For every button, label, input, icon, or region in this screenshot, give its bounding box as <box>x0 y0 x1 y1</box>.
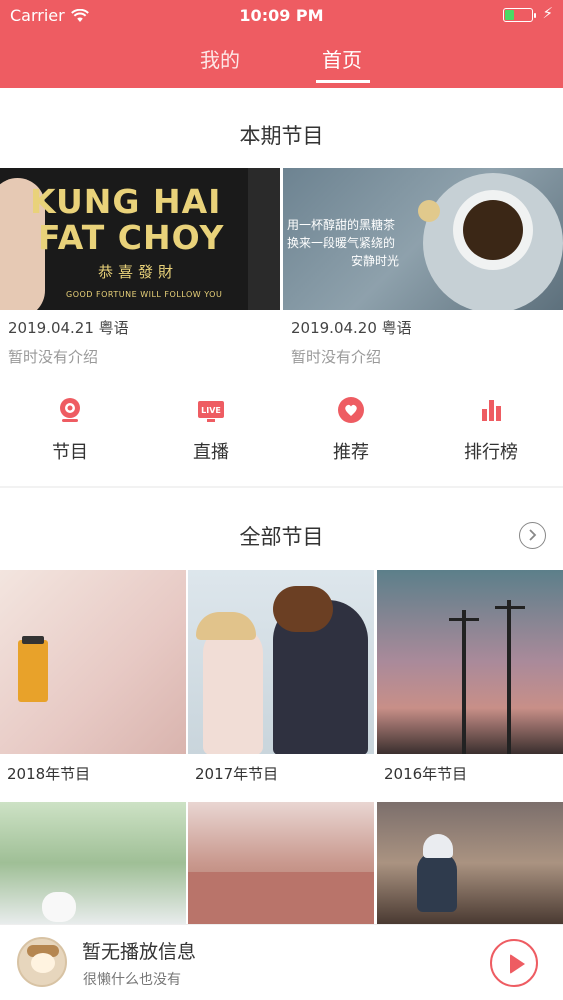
mini-player[interactable]: 暂无播放信息 很懒什么也没有 <box>0 924 563 1000</box>
more-button[interactable] <box>519 522 546 549</box>
clock: 10:09 PM <box>239 6 324 25</box>
image-detail <box>203 625 263 754</box>
episode-card[interactable]: KUNG HAI FAT CHOY 恭喜發財 GOOD FORTUNE WILL… <box>0 168 280 378</box>
category-recommend[interactable]: 推荐 <box>281 396 421 464</box>
section-title-all: 全部节目 <box>239 525 324 549</box>
tab-home[interactable]: 首页 <box>292 44 392 73</box>
program-cover-image <box>0 570 186 754</box>
program-grid-item[interactable] <box>0 802 186 924</box>
charging-bolt-icon: ⚡ <box>542 4 553 22</box>
image-detail <box>196 612 256 640</box>
category-programs[interactable]: 节目 <box>0 396 140 464</box>
cover-text: 安静时光 <box>351 254 400 268</box>
program-grid-item[interactable] <box>188 802 374 924</box>
image-detail <box>31 953 55 973</box>
active-tab-indicator <box>316 80 370 83</box>
cover-text: 换来一段暖气紧绕的 <box>287 236 396 250</box>
program-cover-image <box>377 802 563 924</box>
heart-icon <box>338 397 364 423</box>
cover-text: KUNG HAI <box>30 182 222 221</box>
cover-text: 恭喜發財 <box>98 263 179 281</box>
app-header: Carrier 10:09 PM ⚡ 我的 首页 <box>0 0 563 88</box>
image-detail <box>507 600 511 754</box>
image-detail <box>495 606 525 609</box>
player-subtitle: 很懒什么也没有 <box>83 972 181 988</box>
category-live[interactable]: LIVE 直播 <box>141 396 281 464</box>
category-label: 排行榜 <box>464 442 518 463</box>
battery-tip <box>534 13 536 18</box>
episode-cover-image: KUNG HAI FAT CHOY 恭喜發財 GOOD FORTUNE WILL… <box>0 168 280 310</box>
image-detail <box>463 200 523 260</box>
player-title: 暂无播放信息 <box>82 941 197 963</box>
image-detail <box>449 618 479 621</box>
play-icon <box>510 954 525 974</box>
episode-date-language: 2019.04.21 粤语 <box>8 319 129 337</box>
category-label: 推荐 <box>333 442 369 463</box>
play-button[interactable] <box>490 939 538 987</box>
episode-cover-image: 用一杯醇甜的黑糖茶 换来一段暖气紧绕的 安静时光 <box>283 168 563 310</box>
program-cover-image <box>188 802 374 924</box>
tab-mine[interactable]: 我的 <box>170 44 270 73</box>
episode-description: 暂时没有介绍 <box>291 348 382 366</box>
program-grid-item[interactable] <box>377 802 563 924</box>
battery-level <box>505 10 514 20</box>
program-grid-item[interactable]: 2018年节目 <box>0 570 186 784</box>
episode-description: 暂时没有介绍 <box>8 348 99 366</box>
program-cover-image <box>0 802 186 924</box>
live-tv-icon: LIVE <box>198 401 224 422</box>
program-grid-item[interactable]: 2017年节目 <box>188 570 374 784</box>
image-detail <box>462 610 466 754</box>
image-detail <box>22 636 44 644</box>
image-detail <box>18 640 48 702</box>
live-badge-text: LIVE <box>201 406 221 415</box>
status-bar: Carrier 10:09 PM ⚡ <box>0 0 563 30</box>
category-label: 节目 <box>52 442 88 463</box>
image-detail <box>188 872 374 924</box>
webcam-icon <box>60 398 80 422</box>
image-detail <box>423 834 453 858</box>
category-ranking[interactable]: 排行榜 <box>421 396 561 464</box>
image-detail <box>273 586 333 632</box>
image-detail <box>42 892 76 922</box>
program-cover-image <box>377 570 563 754</box>
category-label: 直播 <box>193 442 229 463</box>
top-tabs: 我的 首页 <box>0 30 563 88</box>
program-year-label: 2018年节目 <box>7 765 91 783</box>
cover-text: FAT CHOY <box>38 218 225 257</box>
episode-card[interactable]: 用一杯醇甜的黑糖茶 换来一段暖气紧绕的 安静时光 2019.04.20 粤语 暂… <box>283 168 563 378</box>
program-year-label: 2016年节目 <box>384 765 468 783</box>
image-detail <box>248 168 280 310</box>
player-avatar[interactable] <box>17 937 67 987</box>
program-cover-image <box>188 570 374 754</box>
image-detail <box>418 200 440 222</box>
section-title-current: 本期节目 <box>239 124 324 148</box>
chevron-right-circle-icon <box>529 529 537 541</box>
section-divider <box>0 486 563 488</box>
battery-icon <box>503 8 536 22</box>
program-year-label: 2017年节目 <box>195 765 279 783</box>
cover-text: 用一杯醇甜的黑糖茶 <box>287 218 396 232</box>
episode-date-language: 2019.04.20 粤语 <box>291 319 412 337</box>
program-grid-item[interactable]: 2016年节目 <box>377 570 563 784</box>
bar-chart-icon <box>482 400 501 421</box>
cover-text: GOOD FORTUNE WILL FOLLOW YOU <box>66 290 223 299</box>
image-detail <box>417 852 457 912</box>
